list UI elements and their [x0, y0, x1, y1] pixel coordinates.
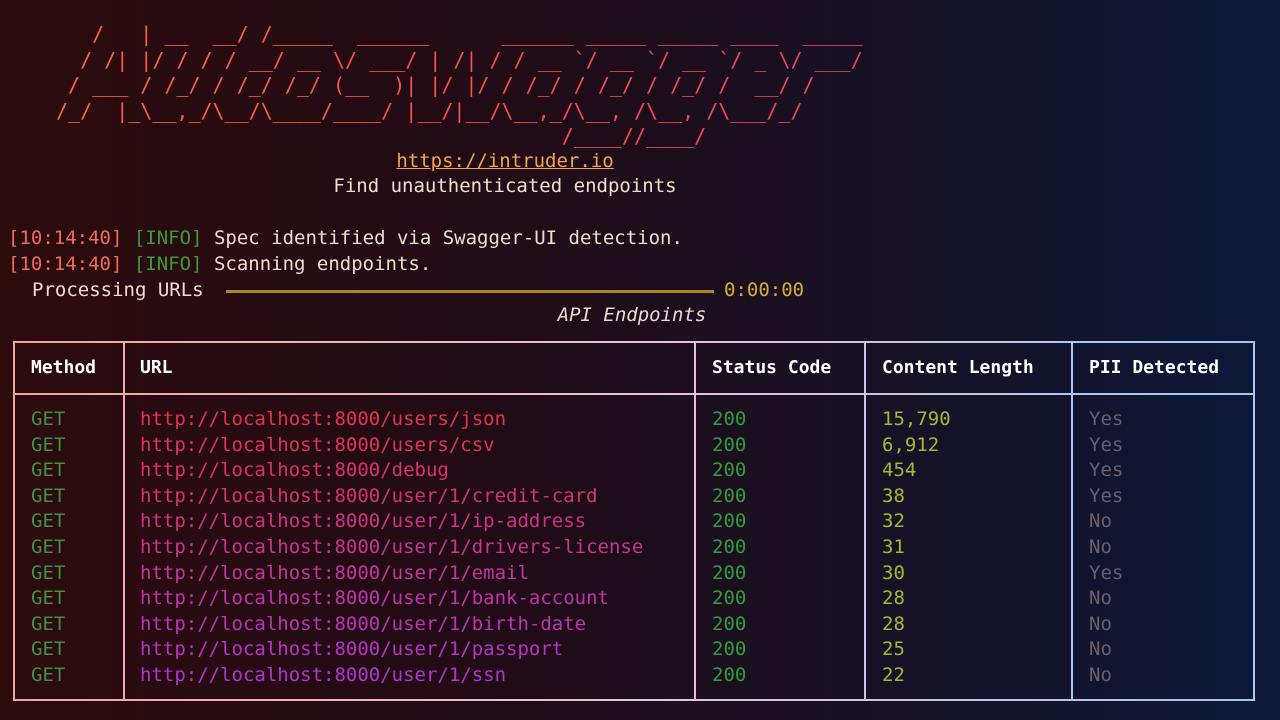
pii-detected-cell: No: [1089, 638, 1112, 661]
log-level: [INFO]: [133, 227, 203, 249]
table-row[interactable]: GET http://localhost:8000/users/csv 200 6,9…: [15, 433, 1253, 459]
content-length-cell: 15,790: [882, 408, 951, 430]
method-cell: GET: [31, 587, 66, 610]
log-message: Spec identified via Swagger-UI detection…: [213, 227, 683, 249]
pii-detected-cell: Yes: [1089, 561, 1124, 584]
status-code-cell: 200: [712, 510, 747, 533]
method-cell: GET: [31, 535, 66, 558]
log-line: [10:14:40] [INFO] Spec identified via Sw…: [8, 227, 683, 249]
column-header-status-code[interactable]: Status Code: [712, 357, 831, 378]
table-row[interactable]: GET http://localhost:8000/user/1/credit-c…: [15, 484, 1253, 510]
log-level: [INFO]: [133, 253, 203, 275]
table-row[interactable]: GET http://localhost:8000/user/1/birth-da…: [15, 612, 1253, 638]
progress-fill: [226, 290, 714, 293]
url-cell[interactable]: http://localhost:8000/user/1/ip-address: [140, 509, 586, 535]
log-message: Scanning endpoints.: [213, 253, 432, 275]
column-header-method[interactable]: Method: [31, 357, 96, 378]
table-row[interactable]: GET http://localhost:8000/user/1/passport…: [15, 637, 1253, 663]
content-length-cell: 25: [882, 638, 905, 661]
status-code-cell: 200: [712, 535, 747, 558]
status-code-cell: 200: [712, 638, 747, 661]
status-code-cell: 200: [712, 459, 747, 482]
content-length-cell: 22: [882, 663, 905, 686]
status-code-cell: 200: [712, 561, 747, 584]
content-length-cell: 38: [882, 484, 905, 507]
progress-bar: [226, 290, 714, 293]
url-cell[interactable]: http://localhost:8000/users/csv: [140, 433, 495, 459]
table-row[interactable]: GET http://localhost:8000/user/1/bank-acc…: [15, 586, 1253, 612]
pii-detected-cell: Yes: [1089, 484, 1124, 507]
content-length-cell: 28: [882, 612, 905, 635]
url-cell[interactable]: http://localhost:8000/users/json: [140, 407, 506, 433]
content-length-cell: 28: [882, 587, 905, 610]
content-length-cell: 32: [882, 510, 905, 533]
status-code-cell: 200: [712, 484, 747, 507]
status-code-cell: 200: [712, 663, 747, 686]
table-row[interactable]: GET http://localhost:8000/users/json 200 15…: [15, 407, 1253, 433]
intruder-link[interactable]: https://intruder.io: [0, 150, 1010, 172]
url-cell[interactable]: http://localhost:8000/user/1/drivers-lic…: [140, 535, 643, 561]
table-row[interactable]: GET http://localhost:8000/user/1/ssn 200 22…: [15, 663, 1253, 689]
progress-elapsed: 0:00:00: [724, 279, 805, 301]
status-code-cell: 200: [712, 587, 747, 610]
url-cell[interactable]: http://localhost:8000/user/1/birth-date: [140, 612, 586, 638]
pii-detected-cell: No: [1089, 587, 1112, 610]
progress-row: Processing URLs 0:00:00: [32, 279, 832, 303]
url-cell[interactable]: http://localhost:8000/user/1/ssn: [140, 663, 506, 689]
method-cell: GET: [31, 408, 66, 430]
status-code-cell: 200: [712, 612, 747, 635]
header-divider: [15, 393, 1253, 395]
pii-detected-cell: No: [1089, 612, 1112, 635]
tagline: Find unauthenticated endpoints: [333, 175, 677, 197]
content-length-cell: 6,912: [882, 433, 940, 456]
table-body: GET http://localhost:8000/users/json 200 15…: [15, 407, 1253, 689]
table-row[interactable]: GET http://localhost:8000/debug 200 454 Yes: [15, 458, 1253, 484]
method-cell: GET: [31, 638, 66, 661]
log-timestamp: [10:14:40]: [8, 227, 123, 249]
url-cell[interactable]: http://localhost:8000/debug: [140, 458, 449, 484]
method-cell: GET: [31, 484, 66, 507]
pii-detected-cell: No: [1089, 510, 1112, 533]
pii-detected-cell: No: [1089, 663, 1112, 686]
method-cell: GET: [31, 561, 66, 584]
method-cell: GET: [31, 433, 66, 456]
table-row[interactable]: GET http://localhost:8000/user/1/email 200…: [15, 561, 1253, 587]
log-timestamp: [10:14:40]: [8, 253, 123, 275]
method-cell: GET: [31, 612, 66, 635]
table-title: API Endpoints: [557, 304, 707, 326]
table-row[interactable]: GET http://localhost:8000/user/1/ip-addre…: [15, 509, 1253, 535]
bottom-edge: [0, 708, 1280, 720]
ascii-banner: / | __ __/ /_____ ______ ______ _____ __…: [56, 22, 863, 148]
url-cell[interactable]: http://localhost:8000/user/1/credit-card: [140, 484, 598, 510]
content-length-cell: 30: [882, 561, 905, 584]
endpoints-table: Method URL Status Code Content Length PI…: [13, 341, 1255, 701]
column-header-pii-detected[interactable]: PII Detected: [1089, 357, 1219, 378]
method-cell: GET: [31, 459, 66, 482]
content-length-cell: 31: [882, 535, 905, 558]
column-header-url[interactable]: URL: [140, 357, 173, 378]
table-row[interactable]: GET http://localhost:8000/user/1/drivers-…: [15, 535, 1253, 561]
status-code-cell: 200: [712, 433, 747, 456]
method-cell: GET: [31, 663, 66, 686]
url-cell[interactable]: http://localhost:8000/user/1/bank-accoun…: [140, 586, 609, 612]
pii-detected-cell: No: [1089, 535, 1112, 558]
pii-detected-cell: Yes: [1089, 433, 1124, 456]
log-line: [10:14:40] [INFO] Scanning endpoints.: [8, 253, 431, 275]
progress-label: Processing URLs: [32, 279, 204, 301]
pii-detected-cell: Yes: [1089, 408, 1124, 430]
url-cell[interactable]: http://localhost:8000/user/1/passport: [140, 637, 563, 663]
pii-detected-cell: Yes: [1089, 459, 1124, 482]
url-cell[interactable]: http://localhost:8000/user/1/email: [140, 561, 529, 587]
status-code-cell: 200: [712, 408, 747, 430]
column-header-content-length[interactable]: Content Length: [882, 357, 1034, 378]
content-length-cell: 454: [882, 459, 917, 482]
method-cell: GET: [31, 510, 66, 533]
